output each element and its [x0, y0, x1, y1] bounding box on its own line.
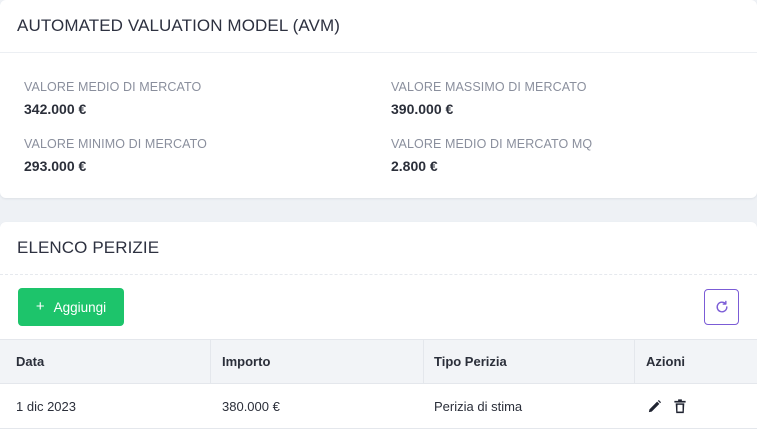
- kpi-valore-minimo: VALORE MINIMO DI MERCATO 293.000 €: [24, 137, 207, 174]
- column-header-data[interactable]: Data: [0, 340, 211, 383]
- avm-card: AUTOMATED VALUATION MODEL (AVM) VALORE M…: [0, 0, 757, 198]
- kpi-valore-medio: VALORE MEDIO DI MERCATO 342.000 €: [24, 80, 201, 117]
- perizie-title: ELENCO PERIZIE: [17, 238, 160, 257]
- kpi-valore-medio-mq: VALORE MEDIO DI MERCATO MQ 2.800 €: [391, 137, 592, 174]
- kpi-label: VALORE MEDIO DI MERCATO: [24, 80, 202, 94]
- refresh-icon: [716, 300, 728, 313]
- kpi-valore-massimo: VALORE MASSIMO DI MERCATO 390.000 €: [391, 80, 587, 117]
- kpi-value: 342.000 €: [24, 101, 87, 117]
- cell-data: 1 dic 2023: [16, 398, 76, 414]
- refresh-button[interactable]: [704, 289, 739, 325]
- add-perizia-button[interactable]: + Aggiungi: [18, 288, 124, 326]
- perizie-table: Data Importo Tipo Perizia Azioni 1 dic 2…: [0, 339, 757, 429]
- table-row: 1 dic 2023 380.000 € Perizia di stima: [0, 384, 757, 429]
- add-button-label: Aggiungi: [53, 299, 107, 315]
- kpi-label: VALORE MEDIO DI MERCATO MQ: [391, 137, 593, 151]
- plus-icon: +: [35, 298, 45, 315]
- cell-tipo-perizia: Perizia di stima: [434, 398, 523, 414]
- column-header-tipo-perizia[interactable]: Tipo Perizia: [424, 340, 635, 383]
- cell-azioni: [635, 384, 757, 428]
- row-actions: [646, 398, 687, 414]
- edit-icon[interactable]: [647, 399, 662, 414]
- table-header: Data Importo Tipo Perizia Azioni: [0, 339, 757, 384]
- kpi-label: VALORE MINIMO DI MERCATO: [24, 137, 207, 151]
- kpi-value: 2.800 €: [391, 158, 438, 174]
- kpi-value: 293.000 €: [24, 158, 87, 174]
- kpi-label: VALORE MASSIMO DI MERCATO: [391, 80, 587, 94]
- perizie-header: ELENCO PERIZIE: [0, 222, 757, 275]
- delete-icon[interactable]: [673, 398, 687, 414]
- kpi-value: 390.000 €: [391, 101, 454, 117]
- avm-header: AUTOMATED VALUATION MODEL (AVM): [0, 0, 757, 53]
- column-header-importo[interactable]: Importo: [211, 340, 424, 383]
- avm-title: AUTOMATED VALUATION MODEL (AVM): [17, 16, 340, 35]
- perizie-card: ELENCO PERIZIE + Aggiungi Data Importo T…: [0, 222, 757, 429]
- cell-importo: 380.000 €: [222, 398, 280, 414]
- column-header-azioni: Azioni: [646, 354, 685, 369]
